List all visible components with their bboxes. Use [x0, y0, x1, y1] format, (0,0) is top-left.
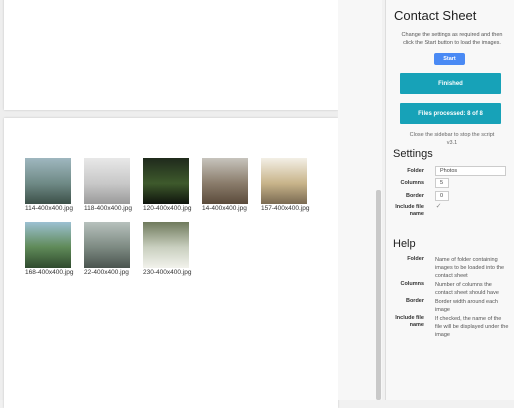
thumbnail-image [84, 158, 130, 204]
files-processed-status: Files processed: 8 of 8 [400, 103, 501, 124]
thumbnail-caption: 168-400x400.jpg [25, 269, 74, 276]
thumbnail-image [25, 222, 71, 268]
thumbnail-image [143, 158, 189, 204]
thumbnail-caption: 230-400x400.jpg [143, 269, 192, 276]
border-input[interactable]: 0 [435, 191, 449, 201]
thumbnail-image [84, 222, 130, 268]
thumbnail-image [143, 222, 189, 268]
help-border-label: Border [405, 298, 424, 304]
contact-sheet-thumbnail[interactable]: 120-400x400.jpg [143, 158, 192, 212]
status-finished: Finished [400, 73, 501, 94]
contact-sheet-sidebar: Contact Sheet Change the settings as req… [385, 0, 514, 400]
close-note: Close the sidebar to stop the script v3.… [396, 131, 508, 147]
document-page-1 [4, 0, 338, 110]
help-border-text: Border width around each image [435, 299, 498, 313]
contact-sheet-thumbnail[interactable]: 22-400x400.jpg [84, 222, 130, 276]
include-file-name-label: Include file name [395, 204, 424, 217]
thumbnail-caption: 22-400x400.jpg [84, 269, 129, 276]
help-include-label: Include file name [395, 315, 424, 328]
thumbnail-image [261, 158, 307, 204]
sidebar-title: Contact Sheet [394, 8, 477, 23]
columns-input[interactable]: 5 [435, 178, 449, 188]
start-button[interactable]: Start [434, 53, 465, 65]
close-note-text: Close the sidebar to stop the script [409, 132, 495, 138]
contact-sheet-thumbnail[interactable]: 157-400x400.jpg [261, 158, 310, 212]
help-folder-text: Name of folder containing images to be l… [435, 257, 505, 279]
columns-label: Columns [400, 180, 424, 186]
thumbnail-image [25, 158, 71, 204]
contact-sheet-thumbnail[interactable]: 118-400x400.jpg [84, 158, 132, 212]
help-include-text: If checked, the name of the file will be… [435, 316, 509, 338]
include-file-name-checkbox[interactable]: ✓ [435, 203, 442, 210]
document-area: 114-400x400.jpg 118-400x400.jpg 120-400x40… [0, 0, 382, 408]
thumbnail-caption: 114-400x400.jpg [25, 205, 73, 212]
help-heading: Help [393, 238, 416, 250]
settings-heading: Settings [393, 148, 433, 160]
thumbnail-caption: 157-400x400.jpg [261, 205, 310, 212]
help-columns-label: Columns [400, 281, 424, 287]
thumbnail-caption: 120-400x400.jpg [143, 205, 192, 212]
document-scrollbar[interactable] [376, 190, 381, 400]
contact-sheet-thumbnail[interactable]: 230-400x400.jpg [143, 222, 192, 276]
border-label: Border [405, 193, 424, 199]
thumbnail-caption: 14-400x400.jpg [202, 205, 247, 212]
help-folder-label: Folder [407, 256, 424, 262]
thumbnail-image [202, 158, 248, 204]
version-text: v3.1 [446, 140, 458, 146]
thumbnail-caption: 118-400x400.jpg [84, 205, 132, 212]
contact-sheet-thumbnail[interactable]: 14-400x400.jpg [202, 158, 248, 212]
contact-sheet-thumbnail[interactable]: 168-400x400.jpg [25, 222, 74, 276]
contact-sheet-thumbnail[interactable]: 114-400x400.jpg [25, 158, 73, 212]
sidebar-description: Change the settings as required and then… [401, 32, 503, 46]
folder-label: Folder [407, 168, 424, 174]
help-columns-text: Number of columns the contact sheet shou… [435, 282, 499, 296]
folder-input[interactable]: Photos [435, 166, 506, 176]
